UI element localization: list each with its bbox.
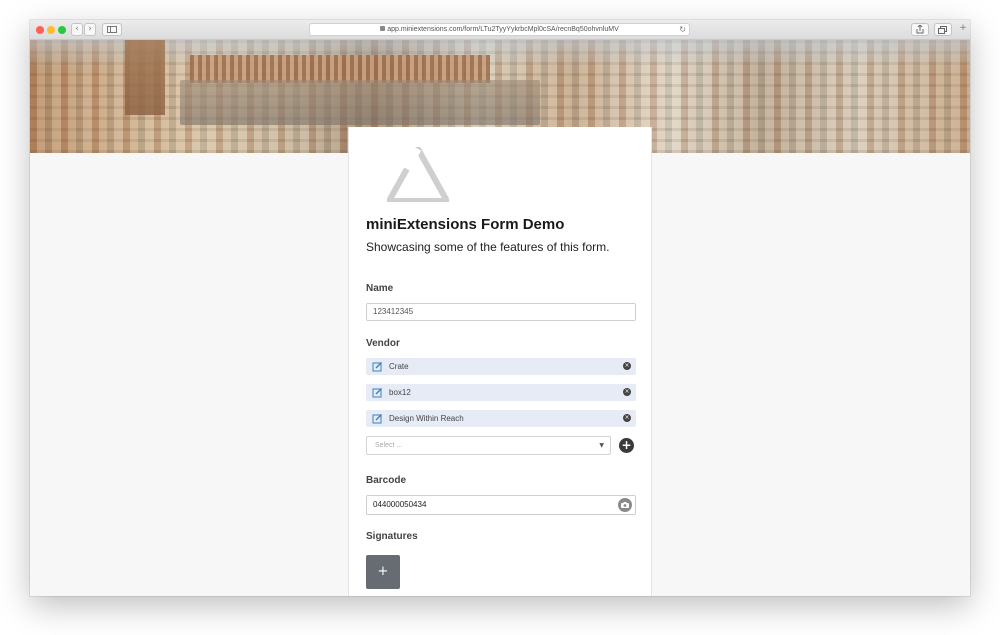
signatures-field-label: Signatures [366,531,418,542]
remove-circle-icon[interactable]: × [623,414,631,422]
vendor-chip[interactable]: Crate × [366,358,636,375]
form-subtitle: Showcasing some of the features of this … [366,240,610,254]
minimize-window-button[interactable] [47,26,55,34]
name-input[interactable]: 123412345 [366,303,636,321]
banner-plaza-shape [180,80,540,125]
barcode-field-label: Barcode [366,475,407,486]
remove-circle-icon[interactable]: × [623,362,631,370]
banner-cathedral-shape [125,40,165,115]
banner-palace-shape [190,55,490,83]
vendor-select-placeholder: Select ... [375,442,403,449]
share-icon [916,25,924,34]
barcode-scan-button[interactable] [618,498,632,512]
new-tab-button[interactable]: + [957,23,969,36]
tabs-icon [938,26,947,34]
triangle-logo-icon [383,142,453,207]
chevron-down-icon: ▼ [599,442,604,449]
add-signature-button[interactable]: + [366,555,400,589]
form-card: miniExtensions Form Demo Showcasing some… [348,127,652,596]
maximize-window-button[interactable] [58,26,66,34]
url-text: app.miniextensions.com/form/LTu2TyyYykrb… [387,26,619,33]
sidebar-icon [107,26,117,33]
camera-icon [621,502,629,508]
edit-icon[interactable] [372,413,383,424]
forward-button[interactable]: › [84,23,96,36]
close-window-button[interactable] [36,26,44,34]
edit-icon[interactable] [372,387,383,398]
sidebar-toggle-button[interactable] [102,23,122,36]
address-bar[interactable]: app.miniextensions.com/form/LTu2TyyYykrb… [309,23,690,36]
name-field-label: Name [366,283,394,294]
share-button[interactable] [911,23,929,36]
vendor-field-label: Vendor [366,338,400,349]
vendor-select[interactable]: Select ... ▼ [366,436,611,455]
remove-circle-icon[interactable]: × [623,388,631,396]
barcode-value: 044000050434 [373,500,427,509]
edit-icon[interactable] [372,361,383,372]
vendor-chip[interactable]: box12 × [366,384,636,401]
barcode-input[interactable]: 044000050434 [366,495,636,515]
browser-titlebar: ‹ › app.miniextensions.com/form/LTu2TyyY… [30,20,970,40]
vendor-chip-label: box12 [389,388,411,397]
lock-icon [380,25,386,31]
reload-icon[interactable]: ↻ [679,24,686,35]
back-button[interactable]: ‹ [71,23,83,36]
vendor-chip[interactable]: Design Within Reach × [366,410,636,427]
browser-window: ‹ › app.miniextensions.com/form/LTu2TyyY… [30,20,970,596]
plus-circle-icon[interactable]: + [619,438,634,453]
form-title: miniExtensions Form Demo [366,216,565,233]
vendor-chip-label: Design Within Reach [389,414,464,423]
vendor-chip-label: Crate [389,362,409,371]
tabs-overview-button[interactable] [934,23,952,36]
